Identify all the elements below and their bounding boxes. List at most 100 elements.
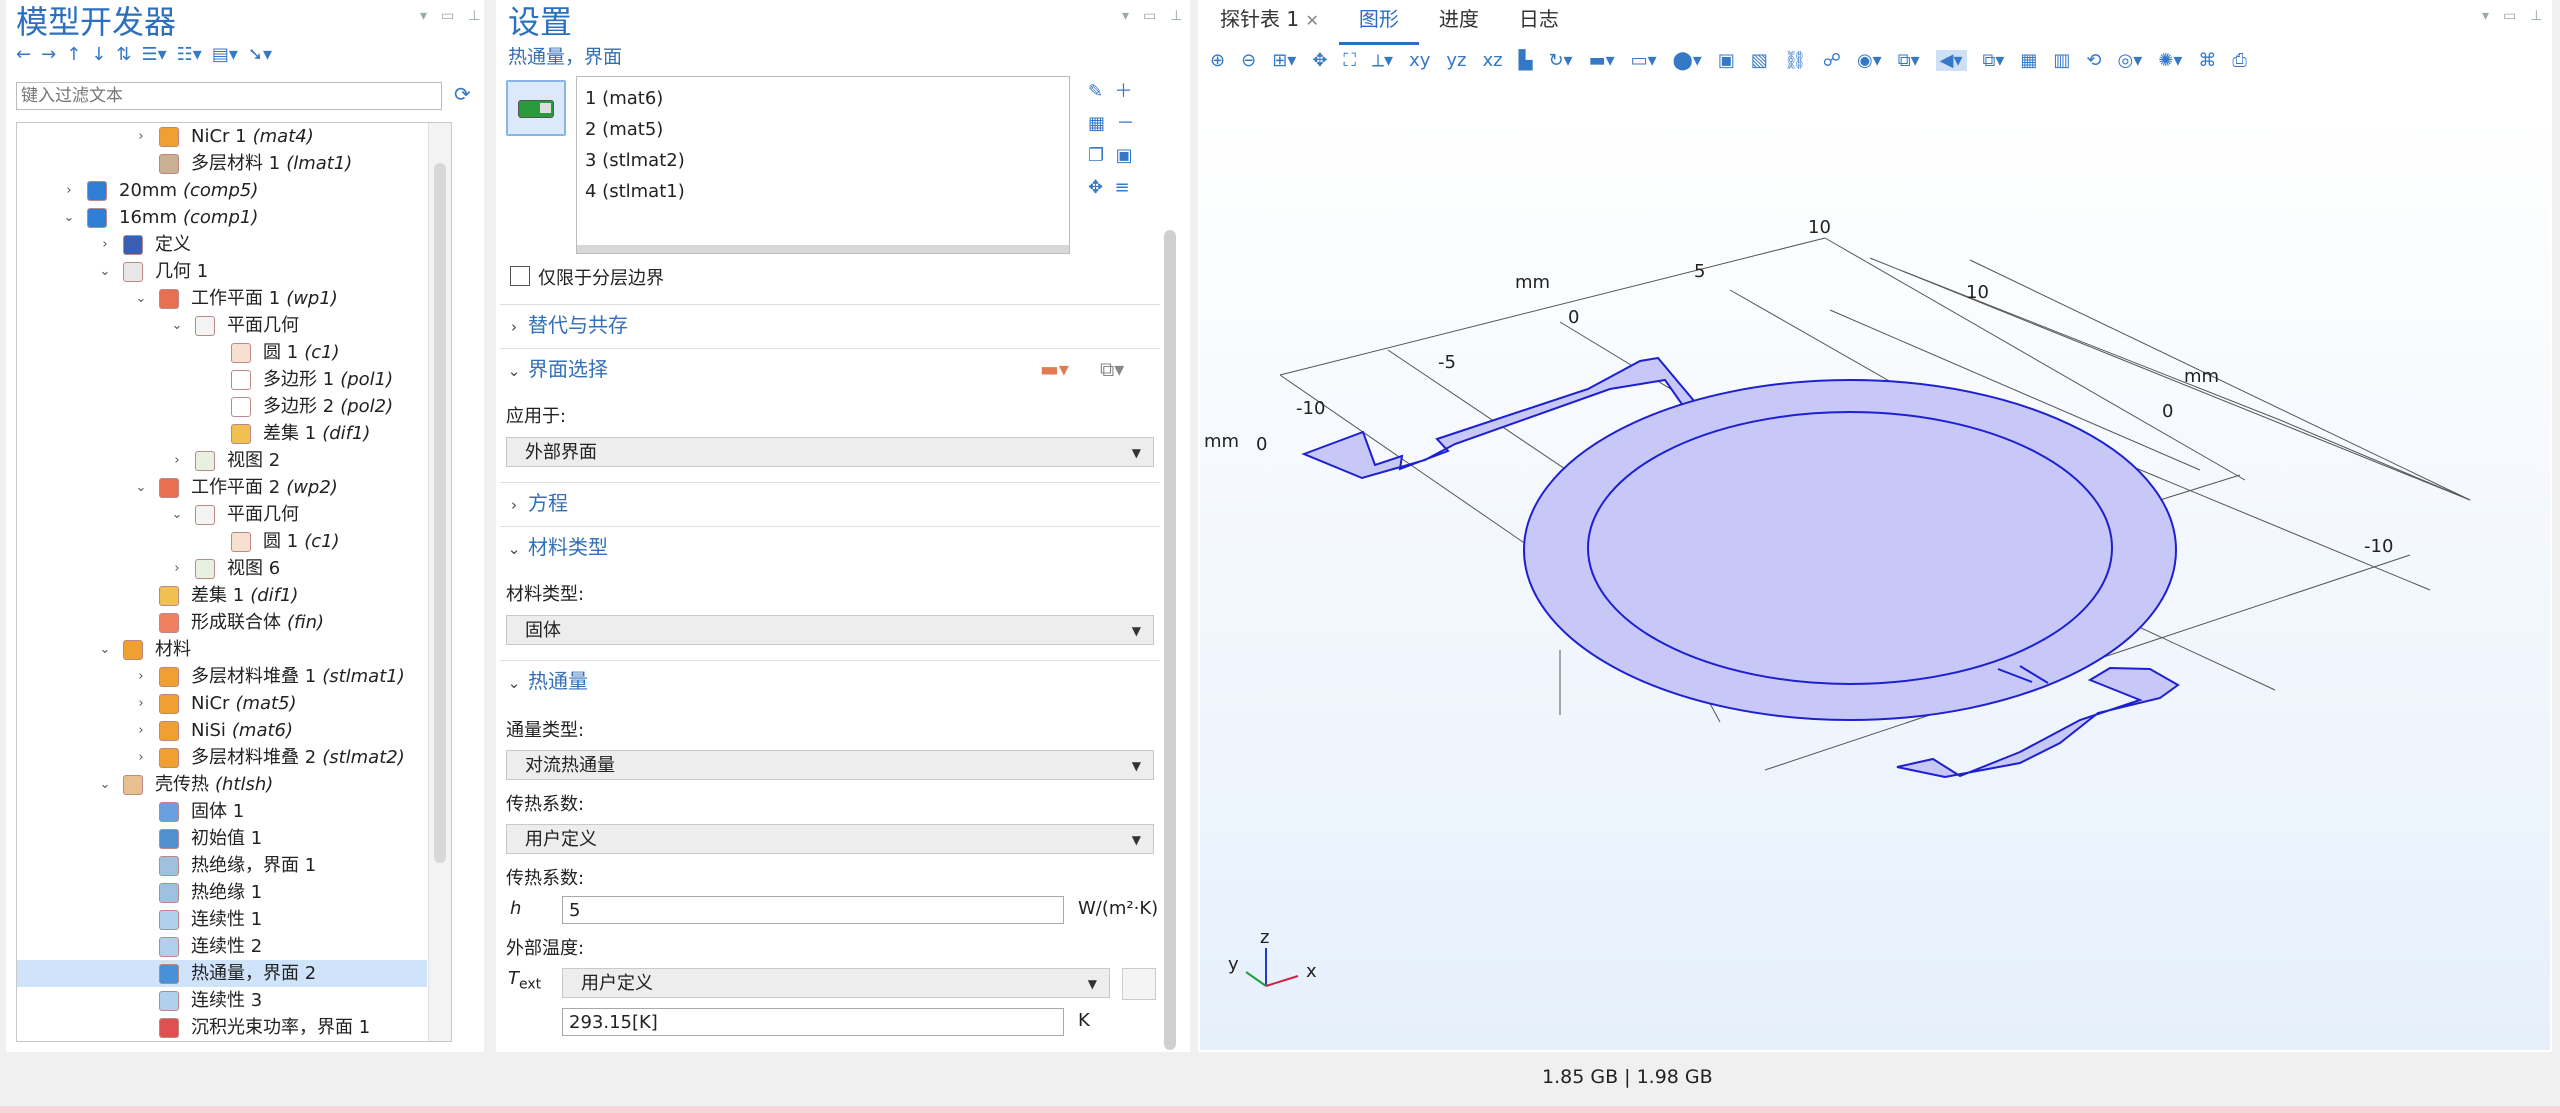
grid-icon[interactable]: ▦ [2020, 50, 2037, 71]
pin-node-icon[interactable]: ➘▾ [248, 44, 272, 65]
graphics-canvas[interactable]: 10 5 0 -5 -10 mm mm 0 10 0 -10 mm z x y [1200, 110, 2550, 1050]
settings-scrollbar[interactable] [1164, 230, 1176, 1050]
tree-node[interactable]: 热通量，界面 2 [17, 960, 427, 987]
selection-color-icon[interactable]: ▬▾ [1040, 349, 1069, 389]
tab-graphics[interactable]: 图形 [1338, 0, 1419, 45]
paste-selection-icon[interactable]: ✎ [1088, 81, 1103, 102]
tree-node[interactable]: 多层材料 1 (lmat1) [17, 150, 427, 177]
tree-node[interactable]: ⌄ 工作平面 1 (wp1) [17, 285, 427, 312]
expand-toggle-icon[interactable]: ⌄ [169, 501, 185, 528]
tab-progress[interactable]: 进度 [1419, 0, 1499, 42]
reset-view-icon[interactable]: ⟲ [2086, 50, 2101, 71]
tree-node[interactable]: 初始值 1 [17, 825, 427, 852]
copy-selection-icon[interactable]: ▦ [1088, 113, 1105, 134]
tree-node[interactable]: 热绝缘，界面 1 [17, 852, 427, 879]
selection-item[interactable]: 4 (stlmat1) [585, 176, 1061, 207]
show-all-icon[interactable]: ▧ [1751, 50, 1768, 71]
tree-node[interactable]: 连续性 3 [17, 987, 427, 1014]
expand-toggle-icon[interactable]: ⌄ [97, 636, 113, 663]
clear-selection-icon[interactable]: ❐ [1088, 145, 1104, 166]
tree-node[interactable]: ⌄ 壳传热 (htlsh) [17, 771, 427, 798]
scene-light-icon[interactable]: ☍ [1823, 50, 1841, 71]
material-type-dropdown[interactable]: 固体 ▼ [506, 615, 1154, 645]
flux-type-dropdown[interactable]: 对流热通量 ▼ [506, 750, 1154, 780]
scroll-thumb[interactable] [434, 163, 446, 863]
wireframe-active-icon[interactable]: ◀▾ [1935, 50, 1967, 71]
print-icon[interactable]: ⎙ [2232, 50, 2246, 71]
expand-toggle-icon[interactable]: ⌄ [169, 312, 185, 339]
chevron-down-icon[interactable]: ▾ [2482, 8, 2489, 24]
move-up-icon[interactable]: ↑ [66, 44, 81, 65]
pin-icon[interactable]: ⊥ [2530, 8, 2542, 24]
apply-to-dropdown[interactable]: 外部界面 ▼ [506, 437, 1154, 467]
minimize-icon[interactable]: ▭ [1143, 8, 1156, 24]
tree-node[interactable]: › 多层材料堆叠 1 (stlmat1) [17, 663, 427, 690]
chevron-down-icon[interactable]: ▾ [420, 8, 427, 24]
active-toggle-button[interactable] [506, 80, 566, 136]
close-icon[interactable]: ✕ [1305, 11, 1318, 30]
expand-toggle-icon[interactable]: ⌄ [97, 771, 113, 798]
t-ext-source-dropdown[interactable]: 用户定义 ▼ [562, 968, 1110, 998]
transparency-icon[interactable]: ⧉▾ [1898, 50, 1920, 71]
zoom-in-icon[interactable]: ⊕ [1210, 50, 1225, 71]
tree-node[interactable]: › 20mm (comp5) [17, 177, 427, 204]
expand-toggle-icon[interactable]: ⌄ [133, 285, 149, 312]
section-material-type[interactable]: ⌄ 材料类型 [500, 526, 1160, 567]
pin-icon[interactable]: ⊥ [1170, 8, 1182, 24]
tree-scrollbar[interactable] [428, 123, 451, 1041]
tab-log[interactable]: 日志 [1499, 0, 1579, 42]
tree-node[interactable]: 圆 1 (c1) [17, 528, 427, 555]
view-axes-icon[interactable]: ⟂▾ [1372, 50, 1393, 71]
select-domain-icon[interactable]: ▭▾ [1631, 50, 1657, 71]
render-icon[interactable]: ⧉▾ [1983, 50, 2005, 71]
selection-item[interactable]: 3 (stlmat2) [585, 145, 1061, 176]
tree-node[interactable]: ⌄ 平面几何 [17, 501, 427, 528]
tree-node[interactable]: › 视图 2 [17, 447, 427, 474]
expand-toggle-icon[interactable]: ⌄ [133, 474, 149, 501]
add-icon[interactable]: ＋ [1115, 81, 1133, 102]
tree-node[interactable]: › NiCr 1 (mat4) [17, 123, 427, 150]
tree-node[interactable]: 连续性 1 [17, 906, 427, 933]
hide-icon[interactable]: ▣ [1718, 50, 1735, 71]
tree-node[interactable]: › NiCr (mat5) [17, 690, 427, 717]
back-arrow-icon[interactable]: ← [16, 44, 31, 65]
layers-icon[interactable]: ⧉▾ [1100, 349, 1124, 389]
expand-toggle-icon[interactable]: › [61, 177, 77, 204]
zoom-box-icon[interactable]: ⊞▾ [1272, 50, 1296, 71]
minimize-icon[interactable]: ▭ [441, 8, 454, 24]
chevron-down-icon[interactable]: ▾ [1122, 8, 1129, 24]
tab-probe-table[interactable]: 探针表 1 ✕ [1200, 0, 1339, 42]
create-selection-icon[interactable]: ≡ [1115, 177, 1130, 198]
tree-node[interactable]: 差集 1 (dif1) [17, 420, 427, 447]
zoom-out-icon[interactable]: ⊖ [1241, 50, 1256, 71]
tree-node[interactable]: ⌄ 几何 1 [17, 258, 427, 285]
section-override[interactable]: › 替代与共存 [500, 304, 1160, 345]
tree-node[interactable]: 多边形 2 (pol2) [17, 393, 427, 420]
section-equation[interactable]: › 方程 [500, 482, 1160, 523]
htc-source-dropdown[interactable]: 用户定义 ▼ [506, 824, 1154, 854]
selection-item[interactable]: 2 (mat5) [585, 114, 1061, 145]
light-icon[interactable]: ✺▾ [2158, 50, 2182, 71]
rotate-icon[interactable]: ↻▾ [1548, 50, 1572, 71]
expand-toggle-icon[interactable]: › [169, 447, 185, 474]
layered-boundary-checkbox[interactable] [510, 266, 530, 286]
expand-toggle-icon[interactable]: ⌄ [97, 258, 113, 285]
expand-toggle-icon[interactable]: › [133, 744, 149, 771]
view-default-icon[interactable]: ▙ [1519, 50, 1533, 71]
tree-node[interactable]: ⌄ 材料 [17, 636, 427, 663]
expand-toggle-icon[interactable]: › [133, 663, 149, 690]
axis-icon[interactable]: ▥ [2053, 50, 2070, 71]
tree-node[interactable]: › 定义 [17, 231, 427, 258]
view-xz-icon[interactable]: xz [1482, 50, 1502, 71]
selection-list[interactable]: 1 (mat6) 2 (mat5) 3 (stlmat2) 4 (stlmat1) [576, 76, 1070, 254]
layout-icon[interactable]: ▤▾ [212, 44, 238, 65]
tree-node[interactable]: › 多层材料堆叠 2 (stlmat2) [17, 744, 427, 771]
tree-node[interactable]: 固体 1 [17, 798, 427, 825]
collapse-icon[interactable]: ☷▾ [177, 44, 202, 65]
expand-icon[interactable]: ☰▾ [141, 44, 166, 65]
view-xy-icon[interactable]: xy [1409, 50, 1430, 71]
tree-node[interactable]: 沉积光束功率，界面 1 [17, 1014, 427, 1041]
filter-input[interactable] [16, 82, 442, 110]
show-icon[interactable]: ⇅ [116, 44, 131, 65]
minimize-icon[interactable]: ▭ [2503, 8, 2516, 24]
